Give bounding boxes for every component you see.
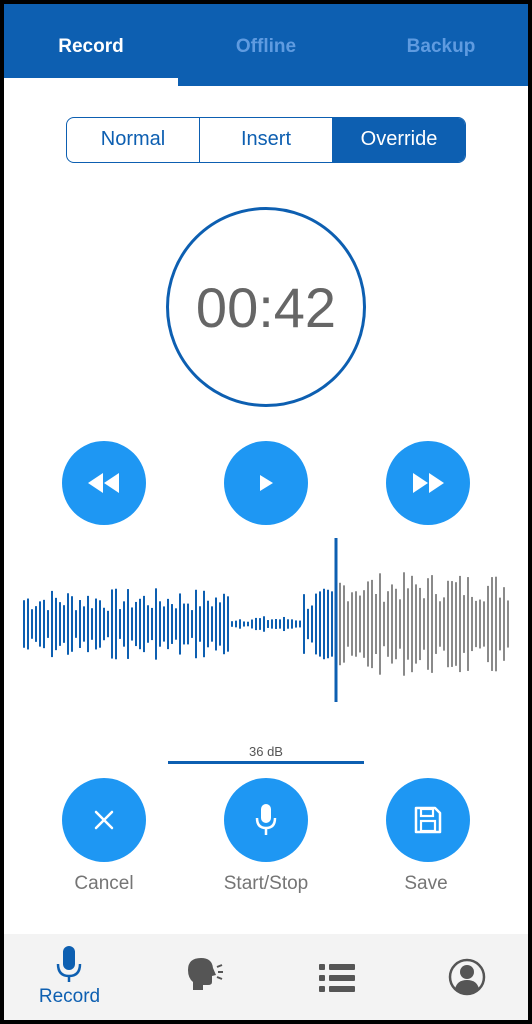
input-level-label: 36 dB	[249, 744, 283, 759]
account-icon	[448, 958, 486, 996]
rewind-icon	[88, 473, 119, 493]
record-mode-selector: Normal Insert Override	[66, 117, 466, 163]
nav-record-label: Record	[38, 986, 101, 1007]
top-tab-bar: Record Offline Backup	[4, 4, 528, 86]
app-screen: Record Offline Backup Normal Insert Over…	[4, 4, 528, 1020]
nav-record[interactable]: Record	[4, 934, 135, 1020]
start-stop-button[interactable]	[224, 778, 308, 862]
start-stop-label: Start/Stop	[223, 873, 309, 894]
audio-waveform[interactable]	[4, 534, 528, 714]
cancel-button[interactable]	[62, 778, 146, 862]
mode-override-button[interactable]: Override	[333, 118, 465, 162]
microphone-icon	[56, 946, 82, 982]
bottom-navigation: Record	[4, 934, 528, 1020]
elapsed-time: 00:42	[195, 275, 337, 339]
nav-account[interactable]	[397, 934, 528, 1020]
tab-backup[interactable]: Backup	[354, 4, 528, 86]
tab-record[interactable]: Record	[4, 4, 178, 86]
fast-forward-button[interactable]	[386, 441, 470, 525]
close-icon	[94, 810, 114, 830]
rewind-button[interactable]	[62, 441, 146, 525]
tab-offline[interactable]: Offline	[178, 4, 354, 86]
save-button[interactable]	[386, 778, 470, 862]
nav-list[interactable]	[266, 934, 397, 1020]
save-label: Save	[404, 873, 448, 894]
mode-insert-button[interactable]: Insert	[200, 118, 333, 162]
speaking-head-icon	[188, 958, 223, 990]
microphone-icon	[255, 804, 277, 835]
nav-dictation[interactable]	[135, 934, 266, 1020]
input-level-meter	[168, 761, 364, 764]
cancel-label: Cancel	[74, 873, 134, 894]
list-icon	[319, 964, 355, 992]
mode-normal-button[interactable]: Normal	[67, 118, 200, 162]
floppy-disk-icon	[414, 806, 442, 834]
active-tab-indicator	[4, 78, 178, 86]
play-icon	[260, 475, 273, 491]
timer-display: 00:42	[166, 207, 366, 407]
play-button[interactable]	[224, 441, 308, 525]
fast-forward-icon	[413, 473, 444, 493]
